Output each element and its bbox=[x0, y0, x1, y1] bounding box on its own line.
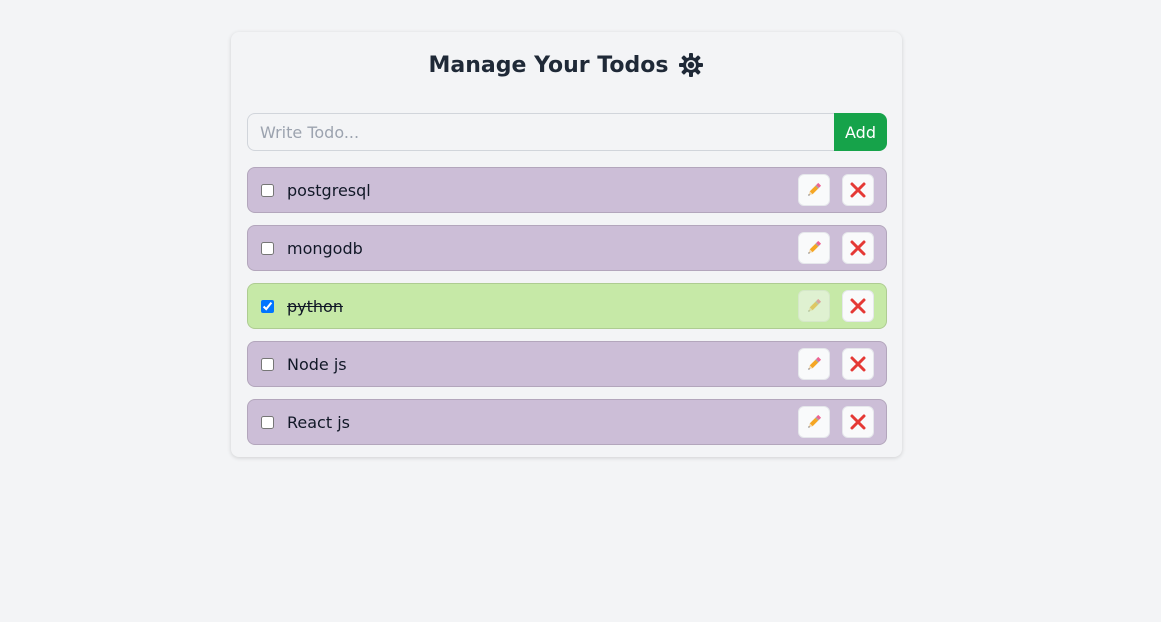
close-icon bbox=[849, 297, 867, 315]
todo-input[interactable] bbox=[247, 113, 834, 151]
edit-button[interactable] bbox=[798, 348, 830, 380]
close-icon bbox=[849, 413, 867, 431]
edit-button[interactable] bbox=[798, 290, 830, 322]
todo-text: postgresql bbox=[287, 180, 371, 200]
pencil-icon bbox=[805, 239, 823, 257]
page-title: Manage Your Todos bbox=[428, 52, 669, 78]
todo-checkbox[interactable] bbox=[261, 415, 274, 429]
close-icon bbox=[849, 239, 867, 257]
todo-item: python bbox=[247, 283, 887, 329]
todo-item: mongodb bbox=[247, 225, 887, 271]
todo-text: python bbox=[287, 296, 343, 316]
edit-button[interactable] bbox=[798, 174, 830, 206]
todo-list: postgresql mongodb python Node js React js bbox=[247, 167, 887, 457]
todo-item: postgresql bbox=[247, 167, 887, 213]
delete-button[interactable] bbox=[842, 406, 874, 438]
pencil-icon bbox=[805, 413, 823, 431]
edit-button[interactable] bbox=[798, 232, 830, 264]
todo-checkbox[interactable] bbox=[261, 183, 274, 197]
delete-button[interactable] bbox=[842, 232, 874, 264]
delete-button[interactable] bbox=[842, 174, 874, 206]
gear-icon[interactable] bbox=[678, 52, 704, 78]
close-icon bbox=[849, 181, 867, 199]
pencil-icon bbox=[805, 297, 823, 315]
todo-text: mongodb bbox=[287, 238, 363, 258]
pencil-icon bbox=[805, 355, 823, 373]
header: Manage Your Todos bbox=[231, 50, 902, 80]
todo-checkbox[interactable] bbox=[261, 299, 274, 313]
todo-card: Manage Your Todos Add bbox=[231, 32, 902, 457]
todo-form: Add bbox=[247, 113, 887, 151]
delete-button[interactable] bbox=[842, 290, 874, 322]
todo-item: Node js bbox=[247, 341, 887, 387]
todo-checkbox[interactable] bbox=[261, 357, 274, 371]
todo-item: React js bbox=[247, 399, 887, 445]
pencil-icon bbox=[805, 181, 823, 199]
close-icon bbox=[849, 355, 867, 373]
edit-button[interactable] bbox=[798, 406, 830, 438]
delete-button[interactable] bbox=[842, 348, 874, 380]
todo-text: Node js bbox=[287, 354, 347, 374]
todo-text: React js bbox=[287, 412, 350, 432]
add-button[interactable]: Add bbox=[834, 113, 887, 151]
todo-checkbox[interactable] bbox=[261, 241, 274, 255]
